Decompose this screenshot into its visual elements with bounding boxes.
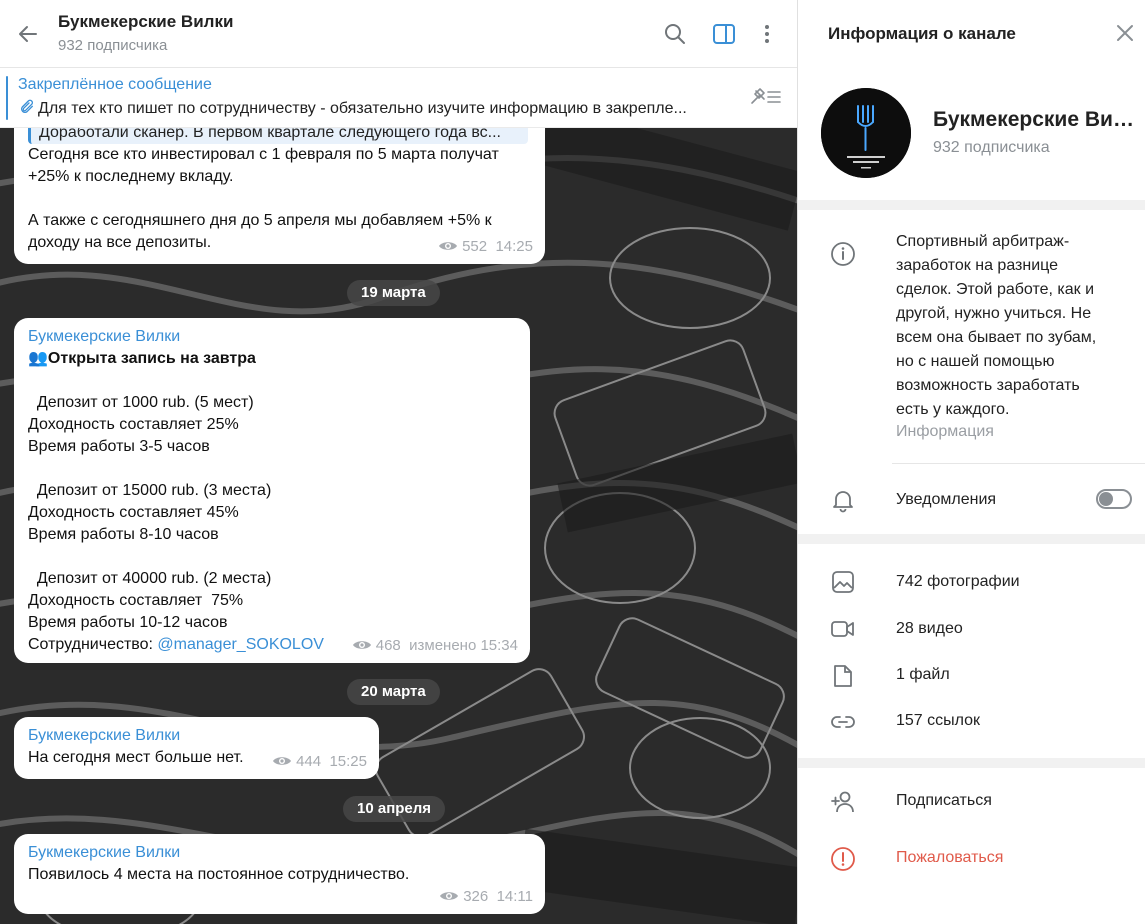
views-count: 326 bbox=[463, 888, 489, 905]
message-line: Доходность составляет 25% bbox=[28, 416, 239, 433]
info-icon bbox=[831, 242, 855, 266]
videos-count[interactable]: 28 видео bbox=[896, 620, 963, 638]
video-icon bbox=[831, 621, 854, 637]
report-icon bbox=[831, 847, 855, 871]
channel-subscriber-count: 932 подписчика bbox=[933, 139, 1050, 156]
chat-title[interactable]: Букмекерские Вилки bbox=[58, 12, 233, 32]
channel-name: Букмекерские Вил... bbox=[933, 108, 1143, 131]
toggle-knob bbox=[1099, 492, 1113, 506]
message-time: 14:11 bbox=[496, 888, 533, 905]
message-line: +25% к последнему вкладу. bbox=[28, 168, 234, 185]
date-separator: 20 марта bbox=[347, 679, 440, 705]
profile-card: Информация о канале Букмекерские Вил... bbox=[798, 0, 1145, 200]
close-icon[interactable] bbox=[1114, 22, 1136, 44]
message-meta: 444 15:25 bbox=[272, 751, 367, 773]
message-bubble[interactable]: Букмекерские Вилки 👥Открыта запись на за… bbox=[14, 318, 530, 663]
info-panel-title: Информация о канале bbox=[828, 24, 1016, 43]
more-menu-icon[interactable] bbox=[755, 22, 779, 46]
chat-subscriber-count: 932 подписчика bbox=[58, 37, 168, 54]
pinned-list-icon[interactable] bbox=[748, 85, 784, 109]
cooperation-label: Сотрудничество: bbox=[28, 636, 158, 653]
bell-icon bbox=[833, 491, 853, 513]
headline-text: Открыта запись на завтра bbox=[47, 350, 256, 367]
views-count: 552 bbox=[462, 238, 488, 255]
description-caption: Информация bbox=[896, 423, 994, 440]
notifications-label: Уведомления bbox=[896, 491, 997, 508]
channel-info-panel: Информация о канале Букмекерские Вил... bbox=[797, 0, 1145, 924]
views-eye-icon bbox=[440, 892, 459, 900]
divider bbox=[892, 463, 1145, 464]
notifications-toggle[interactable] bbox=[1096, 489, 1132, 509]
message-line bbox=[28, 458, 516, 480]
file-icon bbox=[834, 665, 852, 687]
message-time: изменено 15:34 bbox=[409, 637, 518, 654]
pinned-text: Для тех кто пишет по сотрудничеству - об… bbox=[18, 99, 718, 118]
photos-count[interactable]: 742 фотографии bbox=[896, 573, 1020, 591]
chat-wallpaper: Доработали сканер. В первом квартале сле… bbox=[0, 128, 797, 924]
views-eye-icon bbox=[273, 757, 292, 765]
chat-header: Букмекерские Вилки 932 подписчика bbox=[0, 0, 797, 68]
fork-logo-icon bbox=[821, 88, 911, 178]
chat-panel: Букмекерские Вилки 932 подписчика Закреп… bbox=[0, 0, 797, 924]
files-count[interactable]: 1 файл bbox=[896, 666, 950, 684]
message-bubble[interactable]: Доработали сканер. В первом квартале сле… bbox=[14, 128, 545, 264]
message-author[interactable]: Букмекерские Вилки bbox=[28, 842, 531, 864]
channel-avatar[interactable] bbox=[821, 88, 911, 178]
links-count[interactable]: 157 ссылок bbox=[896, 712, 980, 730]
views-count: 468 bbox=[375, 637, 401, 654]
message-line bbox=[28, 370, 516, 392]
link-icon bbox=[831, 716, 855, 728]
message-author[interactable]: Букмекерские Вилки bbox=[28, 326, 516, 348]
message-line: Время работы 10-12 часов bbox=[28, 614, 228, 631]
channel-description: Спортивный арбитраж- заработок на разниц… bbox=[896, 233, 1097, 418]
message-headline: 👥Открыта запись на завтра bbox=[28, 348, 516, 370]
message-line: Депозит от 40000 rub. (2 места) bbox=[28, 570, 272, 587]
message-meta: 468 изменено 15:34 bbox=[352, 635, 518, 657]
message-line: Доходность составляет 75% bbox=[28, 592, 244, 609]
views-count: 444 bbox=[296, 753, 322, 770]
message-text: Появилось 4 места на постоянное сотрудни… bbox=[28, 866, 410, 883]
message-meta: 552 14:25 bbox=[438, 236, 533, 258]
message-line: А также с сегодняшнего дня до 5 апреля м… bbox=[28, 212, 492, 229]
message-line bbox=[28, 188, 531, 210]
message-line: Депозит от 1000 rub. (5 мест) bbox=[28, 394, 254, 411]
back-arrow-icon[interactable] bbox=[16, 22, 40, 46]
views-eye-icon bbox=[439, 242, 458, 250]
photo-icon bbox=[832, 571, 854, 593]
message-time: 15:25 bbox=[329, 753, 367, 770]
pinned-label: Закреплённое сообщение bbox=[18, 76, 212, 93]
pinned-indicator bbox=[6, 76, 8, 120]
pinned-message-bar[interactable]: Закреплённое сообщение Для тех кто пишет… bbox=[0, 68, 797, 128]
message-bubble[interactable]: Букмекерские Вилки На сегодня мест больш… bbox=[14, 717, 379, 779]
message-time: 14:25 bbox=[495, 238, 533, 255]
manager-link[interactable]: @manager_SOKOLOV bbox=[157, 636, 324, 653]
paperclip-icon bbox=[21, 99, 33, 113]
add-user-icon bbox=[831, 791, 854, 813]
message-line: Время работы 8-10 часов bbox=[28, 526, 219, 543]
message-line: Депозит от 15000 rub. (3 места) bbox=[28, 482, 272, 499]
message-line: Доходность составляет 45% bbox=[28, 504, 239, 521]
reply-quote[interactable]: Доработали сканер. В первом квартале сле… bbox=[28, 128, 528, 144]
message-bubble[interactable]: Букмекерские Вилки Появилось 4 места на … bbox=[14, 834, 545, 914]
date-separator: 10 апреля bbox=[343, 796, 446, 822]
subscribe-button[interactable]: Подписаться bbox=[896, 792, 992, 810]
group-emoji-icon: 👥 bbox=[28, 350, 48, 367]
message-line: Сегодня все кто инвестировал с 1 февраля… bbox=[28, 146, 499, 163]
message-line bbox=[28, 546, 516, 568]
pinned-text-content: Для тех кто пишет по сотрудничеству - об… bbox=[38, 100, 687, 117]
message-line: Время работы 3-5 часов bbox=[28, 438, 210, 455]
views-eye-icon bbox=[352, 641, 371, 649]
search-icon[interactable] bbox=[663, 22, 687, 46]
message-author[interactable]: Букмекерские Вилки bbox=[28, 725, 365, 747]
date-separator: 19 марта bbox=[347, 280, 440, 306]
report-button[interactable]: Пожаловаться bbox=[896, 849, 1003, 867]
message-meta: 326 14:11 bbox=[439, 886, 533, 908]
sidebar-toggle-icon[interactable] bbox=[712, 22, 736, 46]
